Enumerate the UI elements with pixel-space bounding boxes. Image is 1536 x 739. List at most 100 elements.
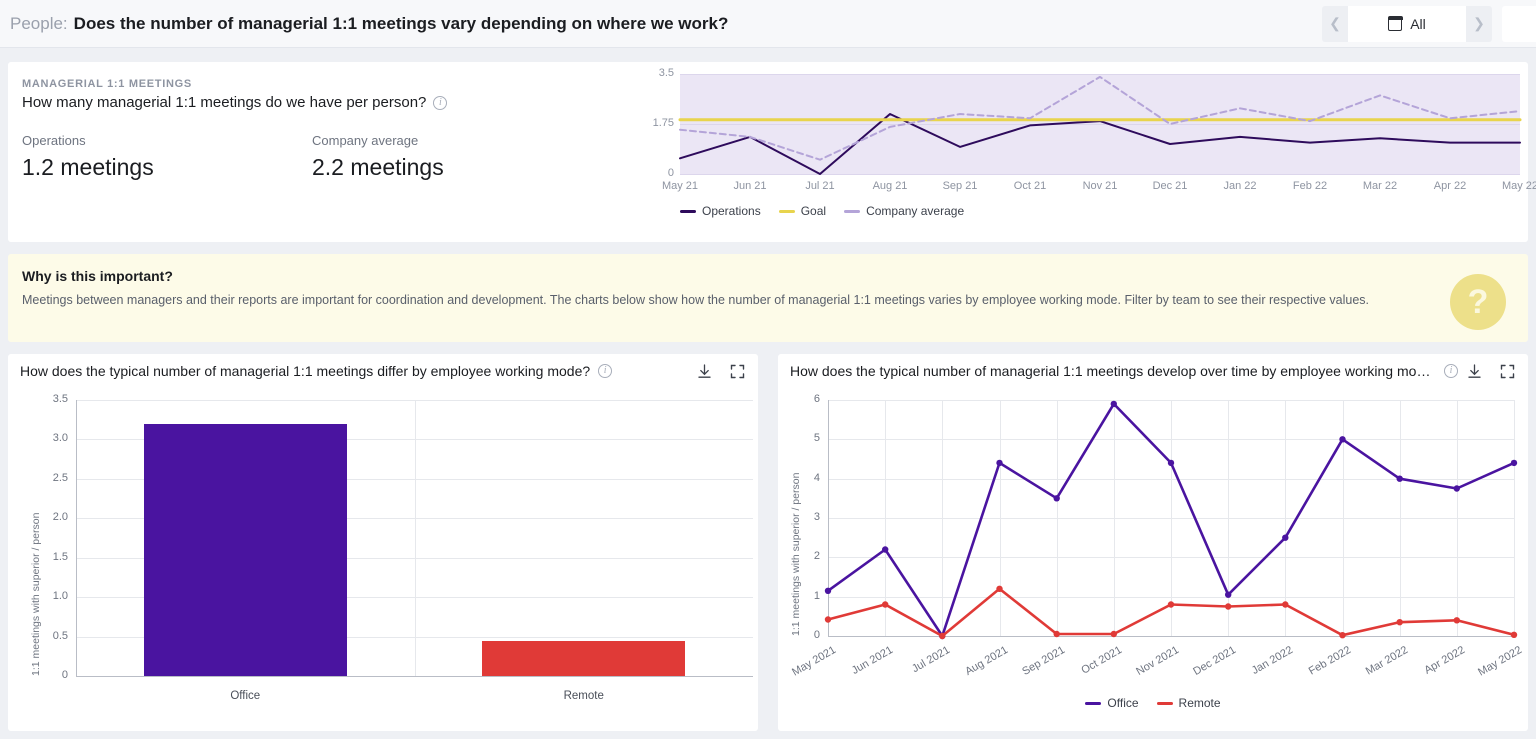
kpi-metric-value: 1.2 meetings	[22, 154, 154, 180]
breadcrumb-category: People:	[10, 13, 68, 33]
sparkline-legend: Operations Goal Company average	[680, 204, 964, 218]
line-point-office-5[interactable]	[1110, 400, 1117, 408]
bar-card-title: How does the typical number of manageria…	[20, 363, 591, 379]
sparkline-x-tick: Oct 21	[1013, 180, 1047, 192]
kpi-metric-operations: Operations 1.2 meetings	[22, 133, 312, 181]
sparkline-x-tick: May 21	[661, 180, 699, 192]
line-point-remote-7[interactable]	[1225, 603, 1232, 610]
legend-item-operations[interactable]: Operations	[680, 204, 761, 218]
legend-item-company-average[interactable]: Company average	[844, 204, 964, 218]
sparkline-x-tick: Apr 22	[1433, 180, 1467, 192]
line-card-title: How does the typical number of manageria…	[790, 363, 1436, 379]
calendar-icon	[1387, 15, 1403, 31]
kpi-text-block: MANAGERIAL 1:1 MEETINGS How many manager…	[8, 62, 648, 242]
line-point-remote-5[interactable]	[1110, 630, 1117, 638]
legend-item-goal[interactable]: Goal	[778, 204, 827, 218]
bar-y-tick: 1.0	[52, 590, 68, 603]
bar-chart-plot: 1:1 meetings with superior / person 0 0.5 1…	[8, 388, 758, 728]
banner-text: Meetings between managers and their repo…	[22, 293, 1370, 307]
bar-category-divider	[414, 400, 416, 676]
line-point-office-9[interactable]	[1339, 436, 1346, 443]
sparkline-x-tick: Sep 21	[942, 180, 978, 192]
line-point-office-4[interactable]	[1053, 495, 1060, 502]
bar-y-tick: 2.5	[52, 471, 68, 484]
kpi-sparkline-chart: 0 1.75 3.5 May 21 Jun 21 Jul 21 Aug 21 Sep 21 Oc…	[648, 62, 1536, 242]
bar-remote[interactable]	[482, 640, 686, 676]
bar-card-header: How does the typical number of manageria…	[8, 354, 758, 388]
sparkline-series-operations	[679, 113, 1521, 175]
legend-label: Operations	[702, 204, 761, 218]
line-point-office-7[interactable]	[1225, 591, 1232, 598]
line-point-office-10[interactable]	[1396, 475, 1403, 482]
line-point-office-11[interactable]	[1453, 485, 1460, 492]
line-legend: Office Remote	[778, 696, 1528, 710]
legend-swatch	[680, 209, 696, 213]
line-point-remote-11[interactable]	[1453, 617, 1460, 624]
sparkline-x-tick: Jul 21	[805, 180, 835, 192]
line-point-office-0[interactable]	[824, 587, 832, 594]
line-series-office	[826, 402, 1516, 638]
line-point-remote-1[interactable]	[882, 601, 889, 608]
bar-y-tick: 3.0	[52, 432, 68, 445]
sparkline-x-tick: Jan 22	[1223, 180, 1257, 192]
sparkline-x-tick: May 22	[1501, 180, 1536, 192]
kpi-metric-label: Company average	[312, 133, 419, 148]
legend-item-remote[interactable]: Remote	[1156, 696, 1221, 710]
legend-label: Company average	[866, 204, 965, 218]
line-chart-plot: 1:1 meetings with superior / person 0 1 2 3 4…	[778, 388, 1528, 728]
kpi-metric-company-average: Company average 2.2 meetings	[312, 133, 602, 181]
bar-y-tick: 0	[61, 669, 68, 681]
line-point-office-12[interactable]	[1510, 459, 1518, 467]
line-point-remote-10[interactable]	[1396, 619, 1403, 626]
legend-label: Goal	[800, 204, 827, 218]
date-range-selector[interactable]: ❮ All ❯	[1322, 5, 1492, 42]
line-point-remote-4[interactable]	[1053, 630, 1060, 638]
working-mode-time-card: How does the typical number of manageria…	[778, 354, 1528, 731]
banner-title: Why is this important?	[22, 268, 173, 284]
bar-category-label: Office	[230, 690, 261, 702]
line-point-remote-0[interactable]	[824, 616, 832, 623]
line-point-office-1[interactable]	[882, 546, 889, 553]
info-icon[interactable]: i	[433, 95, 448, 110]
legend-swatch	[1085, 701, 1102, 705]
date-next-button[interactable]: ❯	[1466, 6, 1492, 42]
line-point-remote-8[interactable]	[1282, 601, 1289, 608]
line-card-header: How does the typical number of manageria…	[778, 354, 1528, 388]
line-point-remote-6[interactable]	[1167, 601, 1175, 608]
info-icon[interactable]: i	[598, 364, 613, 378]
download-icon[interactable]	[696, 363, 713, 380]
legend-swatch	[1156, 701, 1173, 705]
kpi-question: How many managerial 1:1 meetings do we h…	[22, 94, 648, 111]
kpi-metric-label: Operations	[22, 133, 86, 148]
header-side-panel[interactable]	[1502, 5, 1536, 42]
line-point-office-6[interactable]	[1167, 459, 1175, 467]
sparkline-x-tick: Feb 22	[1292, 180, 1328, 192]
line-point-office-3[interactable]	[996, 459, 1003, 467]
legend-item-office[interactable]: Office	[1085, 696, 1139, 710]
legend-label: Office	[1107, 696, 1139, 710]
line-point-remote-3[interactable]	[996, 585, 1003, 592]
bar-y-tick: 0.5	[52, 629, 68, 642]
bar-office[interactable]	[143, 423, 347, 676]
kpi-metric-value: 2.2 meetings	[312, 154, 444, 180]
line-card-tools	[1466, 363, 1516, 380]
line-point-remote-12[interactable]	[1510, 631, 1518, 638]
kpi-summary-card: MANAGERIAL 1:1 MEETINGS How many manager…	[8, 62, 1536, 242]
dashboard-page: People: Does the number of managerial 1:…	[0, 0, 1536, 739]
question-mark-icon[interactable]: ?	[1450, 274, 1506, 330]
line-point-remote-2[interactable]	[939, 632, 946, 640]
info-icon[interactable]: i	[1444, 364, 1458, 378]
sparkline-x-tick: Dec 21	[1152, 180, 1188, 192]
legend-label: Remote	[1178, 696, 1221, 710]
bar-y-tick: 2.0	[52, 511, 68, 524]
fullscreen-icon[interactable]	[1499, 363, 1516, 380]
legend-swatch	[778, 209, 795, 213]
fullscreen-icon[interactable]	[729, 363, 746, 380]
date-prev-button[interactable]: ❮	[1322, 6, 1348, 42]
line-point-remote-9[interactable]	[1339, 632, 1346, 639]
line-point-office-8[interactable]	[1282, 534, 1289, 541]
kpi-eyebrow: MANAGERIAL 1:1 MEETINGS	[22, 78, 192, 90]
download-icon[interactable]	[1466, 363, 1483, 380]
date-range-button[interactable]: All	[1348, 5, 1466, 42]
bar-y-axis-line	[76, 400, 77, 676]
